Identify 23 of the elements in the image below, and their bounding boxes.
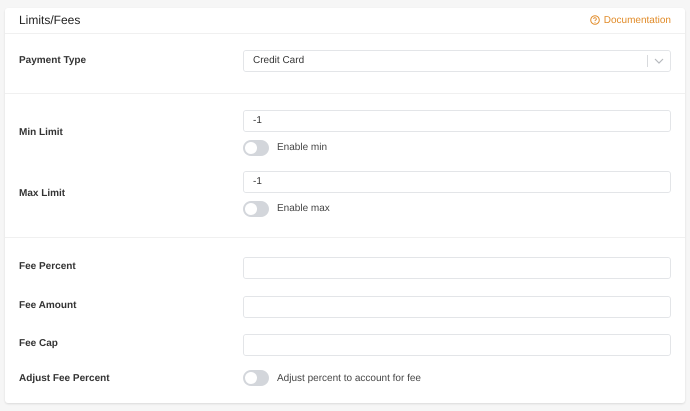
select-value: Credit Card xyxy=(252,54,306,68)
chevron-down-icon xyxy=(654,58,664,64)
text-field[interactable] xyxy=(243,257,671,279)
toggle-label: Adjust percent to account for fee xyxy=(277,372,421,386)
toggle-switch[interactable] xyxy=(243,200,269,216)
toggle-switch[interactable] xyxy=(243,140,269,156)
field-label: Payment Type xyxy=(19,54,88,68)
text-field[interactable] xyxy=(243,296,671,318)
select-field[interactable]: Credit Card xyxy=(243,50,671,72)
text-field[interactable]: -1 xyxy=(243,170,671,192)
toggle-label: Enable max xyxy=(277,202,330,216)
toggle-switch[interactable] xyxy=(243,370,269,386)
toggle-label: Enable min xyxy=(277,141,328,155)
field-label: Fee Percent xyxy=(19,260,77,274)
text-field[interactable] xyxy=(243,334,671,356)
field-label: Max Limit xyxy=(19,187,66,201)
field-label: Min Limit xyxy=(19,126,64,140)
field-label: Fee Cap xyxy=(19,337,59,352)
field-label: Adjust Fee Percent xyxy=(19,372,111,386)
text-field[interactable]: -1 xyxy=(243,110,671,132)
field-label: Fee Amount xyxy=(19,298,78,313)
card-title: Limits/Fees xyxy=(19,12,80,30)
help-icon xyxy=(590,15,600,26)
